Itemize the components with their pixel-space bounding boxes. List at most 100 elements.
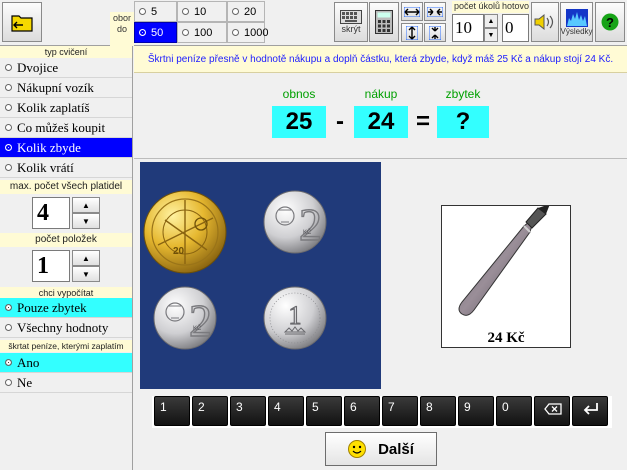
arrow-down-icon: ▼ (487, 31, 495, 39)
key-4[interactable]: 4 (268, 396, 304, 426)
shrink-vertical-button[interactable] (424, 23, 446, 42)
zbytek-answer-field[interactable]: ? (437, 106, 489, 138)
zbytek-label: zbytek (445, 87, 481, 101)
range-option-label: 5 (151, 5, 158, 18)
key-5[interactable]: 5 (306, 396, 342, 426)
type-option-label: Nákupní vozík (17, 79, 94, 95)
type-option-label: Kolik vrátí (17, 159, 74, 175)
expand-vertical-icon (406, 25, 418, 40)
arrow-up-icon: ▲ (82, 200, 90, 210)
range-option-label: 50 (151, 26, 164, 39)
shrink-horizontal-button[interactable] (424, 2, 446, 21)
radio-icon (5, 64, 12, 71)
type-option-dvojice[interactable]: Dvojice (0, 58, 132, 78)
calc-option-pouze-zbytek[interactable]: Pouze zbytek (0, 298, 132, 318)
sound-button[interactable] (531, 2, 559, 42)
key-9[interactable]: 9 (458, 396, 494, 426)
task-count-label: počet úkolů (452, 1, 502, 13)
folder-icon (11, 15, 33, 32)
radio-icon (232, 8, 239, 15)
task-count-field[interactable]: 10 (452, 14, 484, 42)
calc-option-vsechny-hodnoty[interactable]: Všechny hodnoty (0, 318, 132, 338)
coin-1-kc[interactable]: 1 (263, 286, 327, 354)
range-option-20[interactable]: 20 (227, 1, 265, 22)
max-count-down-button[interactable]: ▼ (72, 213, 100, 229)
radio-icon (5, 124, 12, 131)
items-count-up-button[interactable]: ▲ (72, 250, 100, 266)
radio-icon (139, 29, 146, 36)
coin-20-kc[interactable]: 20 (143, 190, 227, 278)
done-value: 0 (505, 18, 514, 37)
shrink-horizontal-icon (427, 6, 443, 17)
strike-option-ano[interactable]: Ano (0, 353, 132, 373)
radio-icon (139, 8, 146, 15)
coin-2-kc[interactable]: 2 KČ (263, 190, 327, 258)
results-button[interactable]: Výsledky (560, 2, 593, 42)
radio-icon (232, 29, 239, 36)
max-count-up-button[interactable]: ▲ (72, 197, 100, 213)
calculator-button[interactable] (369, 2, 399, 42)
type-option-co-muzes-koupit[interactable]: Co můžeš koupit (0, 118, 132, 138)
open-folder-button[interactable] (2, 2, 42, 42)
items-count-title: počet položek (0, 233, 132, 247)
expand-horizontal-button[interactable] (401, 2, 423, 21)
item-price: 24 Kč (487, 330, 525, 346)
type-option-kolik-zbyde[interactable]: Kolik zbyde (0, 138, 132, 158)
key-3[interactable]: 3 (230, 396, 266, 426)
backspace-key[interactable] (534, 396, 570, 426)
keyboard-icon (340, 10, 362, 24)
type-option-kolik-zaplatis[interactable]: Kolik zaplatíš (0, 98, 132, 118)
key-7[interactable]: 7 (382, 396, 418, 426)
range-label-line2: do (116, 24, 127, 34)
type-option-kolik-vrati[interactable]: Kolik vrátí (0, 158, 132, 178)
range-option-1000[interactable]: 1000 (227, 22, 268, 43)
range-option-10[interactable]: 10 (177, 1, 227, 22)
max-count-title: max. počet všech platidel (0, 180, 132, 194)
items-count-value[interactable]: 1 (32, 250, 70, 282)
radio-icon (5, 304, 12, 311)
done-label: hotovo (502, 1, 530, 13)
key-1[interactable]: 1 (154, 396, 190, 426)
key-0[interactable]: 0 (496, 396, 532, 426)
strike-option-ne[interactable]: Ne (0, 373, 132, 393)
radio-icon (5, 359, 12, 366)
radio-icon (5, 84, 12, 91)
range-option-50[interactable]: 50 (134, 22, 177, 43)
type-option-nakupni-vozik[interactable]: Nákupní vozík (0, 78, 132, 98)
items-count-down-button[interactable]: ▼ (72, 266, 100, 282)
range-label-line1: obor (112, 13, 131, 23)
key-8[interactable]: 8 (420, 396, 456, 426)
hide-keyboard-button[interactable]: skrýt (334, 2, 368, 42)
brush-icon (458, 206, 550, 316)
obnos-value: 25 (272, 106, 326, 138)
coin-2-kc[interactable]: 2 KČ (153, 286, 217, 354)
expand-vertical-button[interactable] (401, 23, 423, 42)
range-option-100[interactable]: 100 (177, 22, 227, 43)
type-title: typ cvičení (0, 46, 132, 58)
task-count-down-button[interactable]: ▼ (484, 28, 498, 42)
coin-2-value: 2 (299, 199, 322, 250)
enter-icon (583, 403, 598, 415)
backspace-icon (544, 403, 562, 415)
key-2[interactable]: 2 (192, 396, 228, 426)
strike-option-label: Ano (17, 354, 40, 370)
svg-text:KČ: KČ (193, 325, 202, 332)
radio-icon (5, 164, 12, 171)
help-button[interactable]: ? (595, 2, 625, 42)
range-option-5[interactable]: 5 (134, 1, 177, 22)
calc-option-label: Pouze zbytek (17, 299, 87, 315)
item-card: 24 Kč (441, 205, 571, 348)
enter-key[interactable] (572, 396, 608, 426)
key-6[interactable]: 6 (344, 396, 380, 426)
results-chart-icon (565, 8, 588, 27)
radio-icon (5, 104, 12, 111)
minus-sign: - (336, 108, 344, 135)
range-option-label: 10 (194, 5, 207, 18)
task-count-up-button[interactable]: ▲ (484, 14, 498, 28)
next-button[interactable]: Další (325, 432, 437, 466)
shrink-vertical-icon (429, 25, 441, 40)
equals-sign: = (416, 108, 431, 135)
max-count-value[interactable]: 4 (32, 197, 70, 229)
radio-icon (5, 324, 12, 331)
strike-option-label: Ne (17, 374, 33, 390)
